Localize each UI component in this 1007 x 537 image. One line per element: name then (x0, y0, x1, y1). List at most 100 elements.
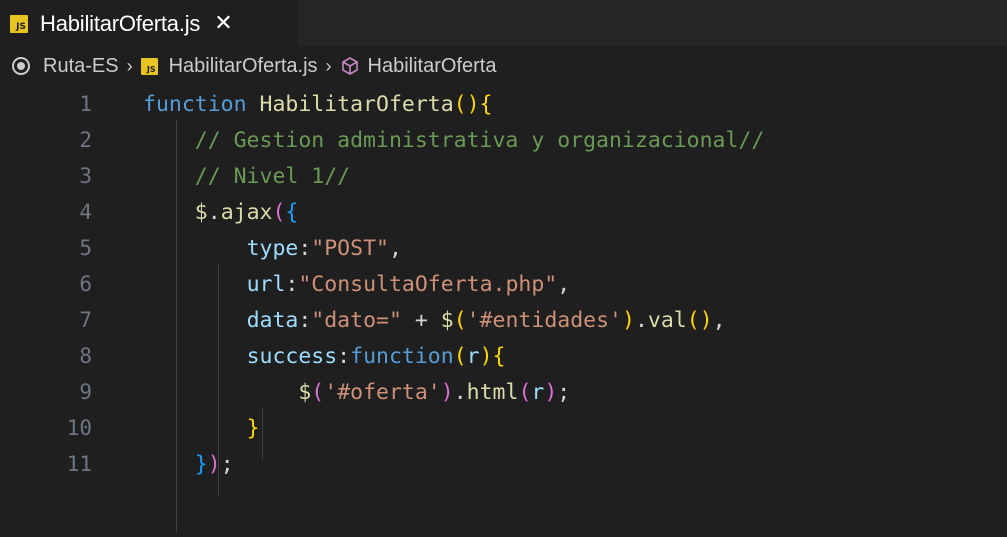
code-token: , (712, 307, 726, 333)
code-token: html (466, 379, 519, 405)
line-number: 3 (79, 164, 92, 188)
code-token: HabilitarOferta (259, 91, 454, 117)
code-token: '#oferta' (324, 379, 441, 405)
code-line[interactable]: 9 $('#oferta').html(r); (0, 374, 1007, 410)
code-token: url (246, 271, 286, 297)
code-token: { (285, 199, 299, 225)
code-line[interactable]: 11 }); (0, 446, 1007, 482)
close-icon[interactable]: ✕ (214, 12, 232, 35)
code-token: "POST" (311, 235, 389, 261)
code-token: r (466, 343, 480, 369)
code-token: "ConsultaOferta.php" (298, 271, 558, 297)
code-token: ( (311, 379, 325, 405)
code-line[interactable]: 5 type:"POST", (0, 230, 1007, 266)
code-token: ( (453, 343, 467, 369)
code-token: } (194, 451, 208, 477)
js-file-icon: JS (140, 57, 158, 75)
code-line[interactable]: 8 success:function(r){ (0, 338, 1007, 374)
code-text: type:"POST", (143, 236, 402, 261)
code-token: $ (298, 379, 312, 405)
line-number: 5 (79, 236, 92, 260)
tab-habilitaroferta[interactable]: JS HabilitarOferta.js ✕ (0, 0, 298, 46)
breadcrumb-file[interactable]: HabilitarOferta.js (169, 55, 318, 78)
code-text: // Gestion administrativa y organizacion… (143, 127, 765, 153)
line-number: 6 (79, 272, 92, 296)
code-token: : (298, 307, 312, 333)
code-token: : (298, 235, 312, 261)
chevron-right-icon: › (325, 55, 332, 76)
line-number: 2 (79, 128, 92, 152)
cube-symbol-icon (340, 56, 360, 76)
line-number: 11 (66, 452, 92, 476)
code-text: // Nivel 1// (143, 164, 350, 189)
code-token: ) (622, 307, 635, 333)
target-circle-icon (11, 56, 31, 76)
line-number: 10 (66, 416, 92, 440)
code-token: (){ (453, 91, 493, 117)
breadcrumb: Ruta-ES › JS HabilitarOferta.js › Habili… (0, 46, 1007, 86)
code-token: ) (544, 379, 558, 405)
code-line[interactable]: 2 // Gestion administrativa y organizaci… (0, 122, 1007, 158)
code-token: + (401, 307, 441, 333)
code-token: { (492, 343, 506, 369)
code-text: success:function(r){ (143, 344, 506, 369)
code-line[interactable]: 7 data:"dato=" + $('#entidades').val(), (0, 302, 1007, 338)
code-token: ) (207, 451, 221, 477)
code-token: ( (518, 379, 532, 405)
code-text: $('#oferta').html(r); (143, 380, 570, 405)
code-text: data:"dato=" + $('#entidades').val(), (143, 308, 726, 333)
code-text: url:"ConsultaOferta.php", (143, 271, 571, 297)
code-token: ( (272, 199, 286, 225)
code-token: () (686, 307, 713, 333)
code-token: $ (194, 199, 208, 225)
code-line[interactable]: 3 // Nivel 1// (0, 158, 1007, 194)
code-line[interactable]: 6 url:"ConsultaOferta.php", (0, 266, 1007, 302)
code-line[interactable]: 1 function HabilitarOferta(){ (0, 86, 1007, 122)
code-line[interactable]: 4 $.ajax({ (0, 194, 1007, 230)
code-text: function HabilitarOferta(){ (143, 92, 493, 117)
code-token: data (246, 307, 299, 333)
code-token: type (246, 235, 299, 261)
line-number: 4 (79, 200, 92, 224)
code-token: : (285, 271, 299, 297)
code-token: . (207, 199, 221, 225)
code-line[interactable]: 10 } (0, 410, 1007, 446)
code-token: } (246, 415, 260, 441)
code-token: // Gestion administrativa y organizacion… (143, 127, 765, 153)
js-file-icon: JS (10, 14, 28, 33)
code-token: ) (479, 343, 493, 369)
line-number: 1 (79, 92, 92, 116)
code-token: ajax (220, 199, 273, 225)
code-token: function (143, 91, 260, 117)
code-token: // Nivel 1// (143, 163, 351, 189)
code-text: $.ajax({ (143, 199, 299, 225)
code-token: $ (440, 307, 454, 333)
breadcrumb-symbol[interactable]: HabilitarOferta (368, 55, 497, 78)
breadcrumb-folder[interactable]: Ruta-ES (43, 55, 119, 78)
code-token: r (531, 379, 545, 405)
line-number: 9 (79, 380, 92, 404)
code-token: : (337, 343, 351, 369)
tab-label: HabilitarOferta.js (40, 10, 201, 36)
chevron-right-icon: › (126, 55, 133, 76)
code-token: "dato=" (311, 307, 402, 333)
code-token: , (388, 235, 402, 261)
code-token: function (350, 343, 454, 369)
code-text: }); (143, 452, 234, 477)
code-token: success (246, 343, 338, 369)
code-token: . (453, 379, 467, 405)
code-text: } (143, 416, 260, 441)
line-number: 7 (79, 308, 92, 332)
code-token: ; (557, 379, 571, 405)
code-editor[interactable]: 1 function HabilitarOferta(){2 // Gestion… (0, 86, 1007, 537)
line-number: 8 (79, 344, 92, 368)
code-token: ; (220, 451, 234, 477)
